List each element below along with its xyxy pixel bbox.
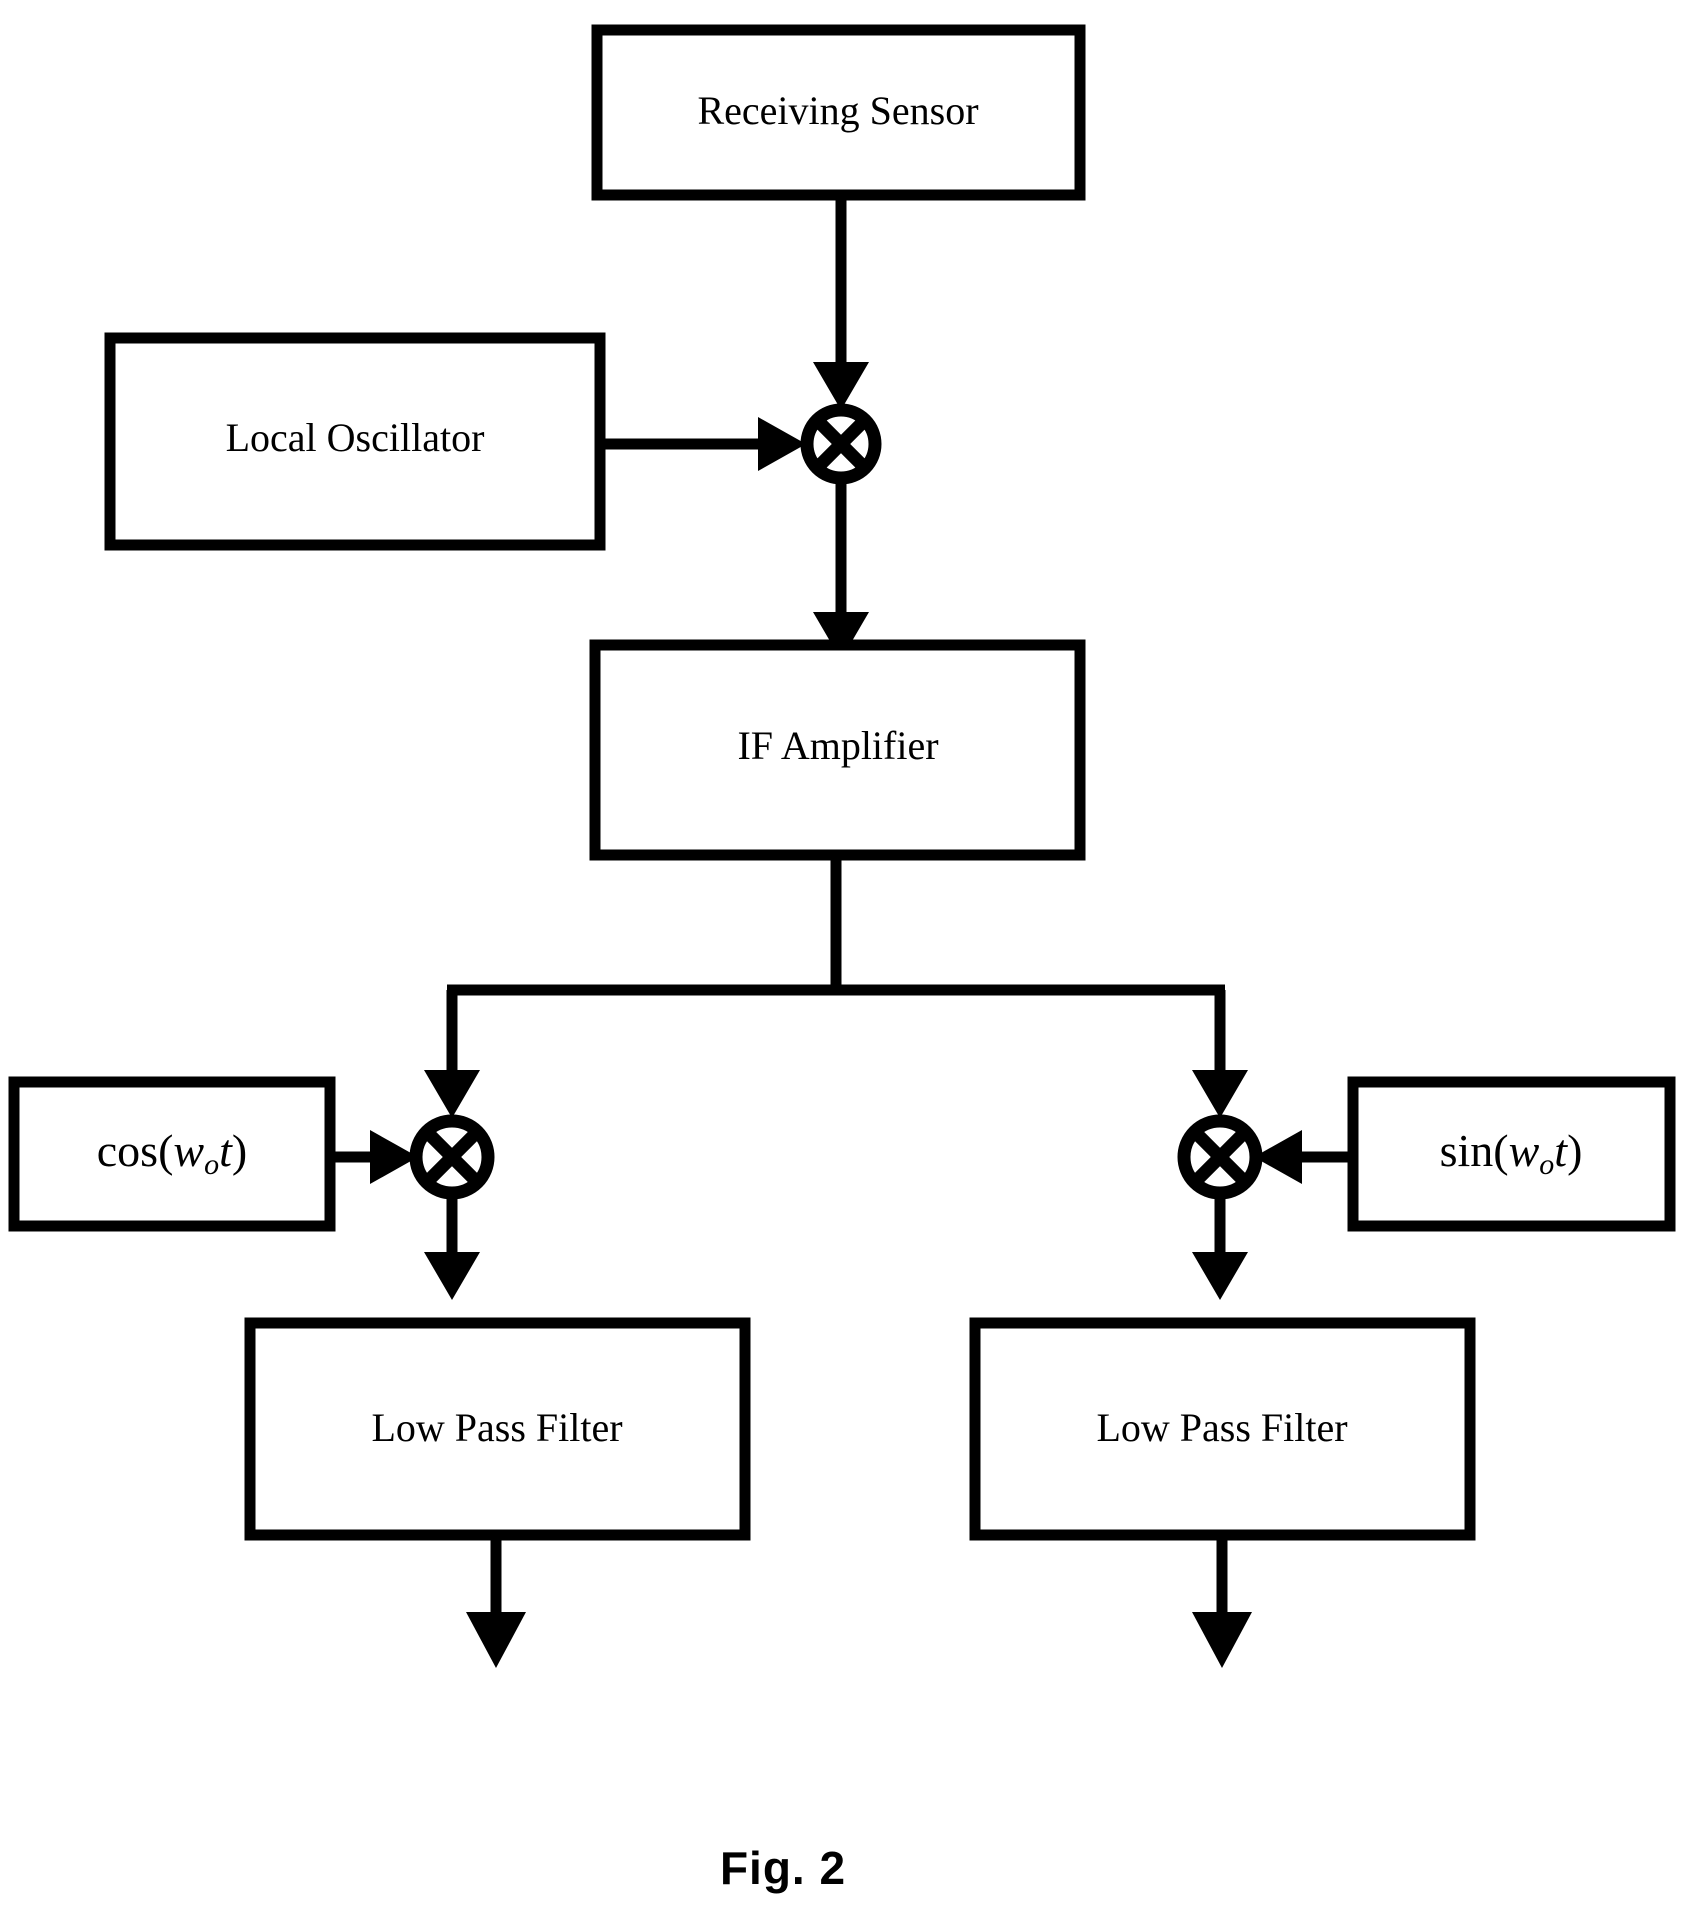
cos-subscript: o: [204, 1148, 219, 1181]
block-sin-source[interactable]: sin(wot): [1347, 1076, 1676, 1232]
wire-rf-mixer-to-if-amp: [813, 479, 869, 660]
receiving-sensor-label: Receiving Sensor: [697, 88, 978, 133]
wire-lo-to-rf-mixer: [600, 417, 806, 471]
block-receiving-sensor[interactable]: Receiving Sensor: [591, 24, 1086, 201]
local-oscillator-label: Local Oscillator: [226, 415, 485, 460]
sin-subscript: o: [1539, 1148, 1554, 1181]
wire-lpf-q-output: [1192, 1535, 1252, 1668]
block-low-pass-filter-q[interactable]: Low Pass Filter: [969, 1317, 1476, 1541]
wire-splitter-to-q-mixer: [1192, 990, 1248, 1118]
cos-open-paren: (: [158, 1125, 173, 1176]
wire-cos-to-i-mixer: [330, 1130, 418, 1184]
wire-splitter-to-i-mixer: [424, 990, 480, 1118]
block-local-oscillator[interactable]: Local Oscillator: [104, 332, 606, 551]
wire-if-amp-to-splitter: [447, 855, 1225, 996]
block-low-pass-filter-i[interactable]: Low Pass Filter: [244, 1317, 751, 1541]
sin-open-paren: (: [1493, 1125, 1508, 1176]
figure-caption: Fig. 2: [720, 1842, 846, 1894]
block-cos-source[interactable]: cos(wot): [8, 1076, 336, 1232]
cos-close-paren: ): [232, 1125, 247, 1176]
wire-lpf-i-output: [466, 1535, 526, 1668]
sin-function: sin: [1440, 1125, 1494, 1176]
block-if-amplifier[interactable]: IF Amplifier: [589, 639, 1086, 861]
cos-function: cos: [97, 1125, 158, 1176]
wire-q-mixer-to-lpf-q: [1192, 1192, 1248, 1300]
wire-i-mixer-to-lpf-i: [424, 1192, 480, 1300]
low-pass-filter-i-label: Low Pass Filter: [371, 1405, 622, 1450]
sin-variable: w: [1509, 1125, 1540, 1176]
cos-variable: w: [173, 1125, 204, 1176]
mixer-q[interactable]: [1177, 1114, 1263, 1200]
low-pass-filter-q-label: Low Pass Filter: [1096, 1405, 1347, 1450]
cos-source-label: cos(wot): [97, 1125, 247, 1181]
mixer-rf[interactable]: [800, 403, 882, 485]
figure-canvas: Receiving Sensor Local Oscillator IF Amp…: [0, 0, 1707, 1921]
if-amplifier-label: IF Amplifier: [737, 723, 938, 768]
mixer-i[interactable]: [409, 1114, 495, 1200]
sin-close-paren: ): [1567, 1125, 1582, 1176]
wire-sin-to-q-mixer: [1254, 1130, 1353, 1184]
block-diagram: Receiving Sensor Local Oscillator IF Amp…: [8, 24, 1676, 1894]
wire-sensor-to-rf-mixer: [813, 195, 869, 410]
sin-source-label: sin(wot): [1440, 1125, 1583, 1181]
